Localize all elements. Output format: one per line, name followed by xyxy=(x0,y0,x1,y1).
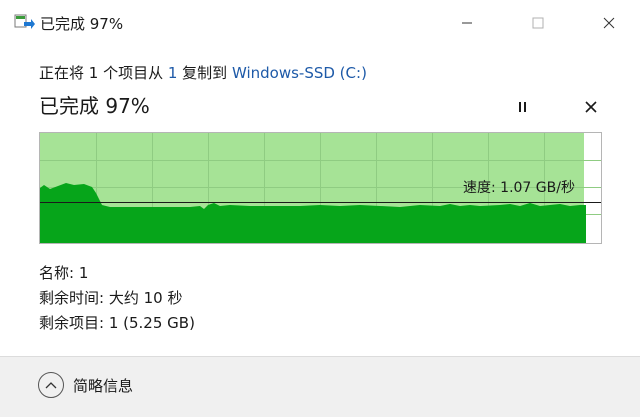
desc-middle: 复制到 xyxy=(177,64,232,82)
chevron-up-icon xyxy=(38,372,64,398)
speed-label: 速度: 1.07 GB/秒 xyxy=(463,180,575,196)
copy-progress-dialog: 已完成 97% 正在将 1 个项目从 1 复制到 Windows-SSD (C:… xyxy=(0,0,640,417)
source-link[interactable]: 1 xyxy=(168,64,178,82)
fewer-details-label: 简略信息 xyxy=(73,376,134,395)
progress-status: 已完成 97% xyxy=(39,94,150,118)
items-remaining: 剩余项目: 1 (5.25 GB) xyxy=(39,314,195,332)
item-name: 名称: 1 xyxy=(39,264,89,282)
desc-prefix: 正在将 1 个项目从 xyxy=(39,64,168,82)
copy-description: 正在将 1 个项目从 1 复制到 Windows-SSD (C:) xyxy=(39,62,367,83)
pause-icon xyxy=(516,99,530,118)
cancel-button[interactable] xyxy=(578,96,604,120)
dialog-footer: 简略信息 xyxy=(0,356,640,417)
close-button[interactable] xyxy=(586,8,632,38)
time-remaining: 剩余时间: 大约 10 秒 xyxy=(39,289,183,307)
pause-button[interactable] xyxy=(510,96,536,120)
minimize-icon xyxy=(461,14,473,33)
title-bar[interactable]: 已完成 97% xyxy=(0,0,640,46)
window-title: 已完成 97% xyxy=(40,15,124,33)
minimize-button[interactable] xyxy=(444,8,490,38)
cancel-icon xyxy=(584,99,598,118)
close-icon xyxy=(603,14,615,33)
fewer-details-button[interactable]: 简略信息 xyxy=(38,371,133,399)
file-copy-icon xyxy=(14,13,36,33)
maximize-button[interactable] xyxy=(515,8,561,38)
destination-link[interactable]: Windows-SSD (C:) xyxy=(232,64,367,82)
maximize-icon xyxy=(532,14,544,33)
